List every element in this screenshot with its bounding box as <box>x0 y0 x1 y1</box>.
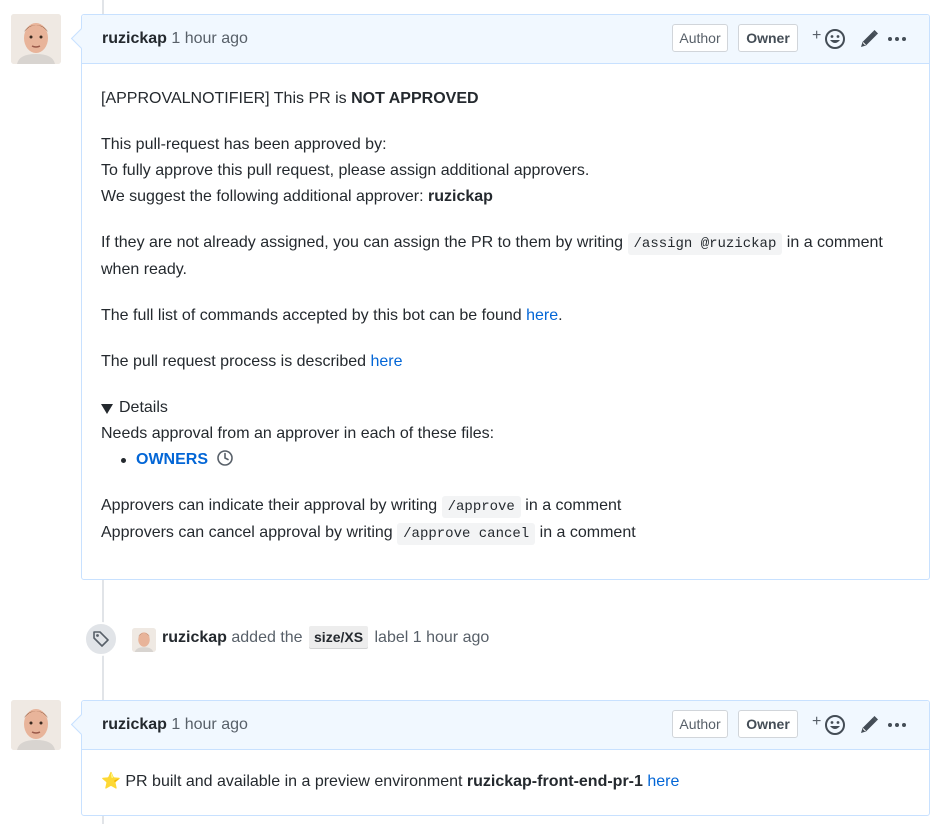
process-link[interactable]: here <box>370 353 402 370</box>
preview-link[interactable]: here <box>647 773 679 790</box>
comment-author[interactable]: ruzickap <box>102 716 167 733</box>
approval-status: NOT APPROVED <box>351 90 479 107</box>
pencil-icon <box>861 716 878 733</box>
suggested-approver: ruzickap <box>428 188 493 205</box>
add-reaction-button[interactable]: + <box>812 713 848 736</box>
owner-badge: Owner <box>738 710 798 738</box>
author-badge: Author <box>672 710 728 738</box>
event-text: ruzickap added the size/XS label 1 hour … <box>162 622 489 654</box>
approvers-paragraph: This pull-request has been approved by: … <box>101 132 910 210</box>
approve-instructions: Approvers can indicate their approval by… <box>101 493 910 547</box>
star-icon: ⭐ <box>101 773 121 790</box>
comment-header: ruzickap 1 hour ago Author Owner + <box>82 701 929 750</box>
event-avatar[interactable] <box>132 628 156 652</box>
edit-comment-button[interactable] <box>858 28 880 50</box>
comment-body: ⭐ PR built and available in a preview en… <box>82 750 929 815</box>
kebab-horizontal-icon <box>888 723 906 727</box>
list-bullet <box>121 458 126 463</box>
preview-paragraph: ⭐ PR built and available in a preview en… <box>101 773 680 790</box>
owner-badge: Owner <box>738 24 798 52</box>
details-summary-label: Details <box>119 399 168 416</box>
comment-author[interactable]: ruzickap <box>102 30 167 47</box>
reaction-plus: + <box>812 713 822 730</box>
process-paragraph: The pull request process is described he… <box>101 353 403 370</box>
reaction-plus: + <box>812 27 822 44</box>
event-action: added the <box>231 629 303 646</box>
event-actor[interactable]: ruzickap <box>162 629 227 646</box>
list-item: OWNERS <box>121 447 910 473</box>
more-options-button[interactable] <box>886 28 908 50</box>
kebab-horizontal-icon <box>888 37 906 41</box>
event-timestamp[interactable]: 1 hour ago <box>413 629 490 646</box>
commands-paragraph: The full list of commands accepted by th… <box>101 307 563 324</box>
avatar[interactable] <box>11 14 61 64</box>
edit-comment-button[interactable] <box>858 714 880 736</box>
comment-body: [APPROVALNOTIFIER] This PR is NOT APPROV… <box>82 64 929 567</box>
owners-file-link[interactable]: OWNERS <box>136 451 208 468</box>
author-badge: Author <box>672 24 728 52</box>
add-reaction-button[interactable]: + <box>812 27 848 50</box>
commands-link[interactable]: here <box>526 307 558 324</box>
event-badge <box>84 622 118 656</box>
disclosure-triangle-icon <box>101 404 113 414</box>
smiley-icon <box>825 715 845 735</box>
approve-cancel-command: /approve cancel <box>397 523 536 545</box>
owners-list: OWNERS <box>101 447 910 473</box>
approval-notifier: [APPROVALNOTIFIER] This PR is NOT APPROV… <box>101 90 479 107</box>
comment-card: ruzickap 1 hour ago Author Owner + <box>70 700 930 816</box>
label-event: ruzickap added the size/XS label 1 hour … <box>84 622 944 656</box>
approved-by-text: This pull-request has been approved by: <box>101 136 387 153</box>
approve-command: /approve <box>441 496 521 518</box>
smiley-icon <box>825 29 845 49</box>
more-options-button[interactable] <box>886 714 908 736</box>
clock-icon <box>217 450 234 466</box>
event-suffix: label <box>374 629 409 646</box>
comment-header: ruzickap 1 hour ago Author Owner + <box>82 15 929 64</box>
assign-command: /assign @ruzickap <box>627 233 783 255</box>
pencil-icon <box>861 30 878 47</box>
tag-icon <box>93 631 109 647</box>
preview-env-name: ruzickap-front-end-pr-1 <box>466 773 643 790</box>
avatar[interactable] <box>11 700 61 750</box>
suggest-text: We suggest the following additional appr… <box>101 188 429 205</box>
details-toggle[interactable]: Details <box>101 395 910 421</box>
comment-card: ruzickap 1 hour ago Author Owner + <box>70 14 930 580</box>
comment-timestamp[interactable]: 1 hour ago <box>171 30 248 47</box>
details-text: Needs approval from an approver in each … <box>101 425 495 442</box>
fully-approve-text: To fully approve this pull request, plea… <box>101 162 590 179</box>
assign-paragraph: If they are not already assigned, you ca… <box>101 233 883 278</box>
comment-timestamp[interactable]: 1 hour ago <box>171 716 248 733</box>
issue-label[interactable]: size/XS <box>309 626 369 649</box>
